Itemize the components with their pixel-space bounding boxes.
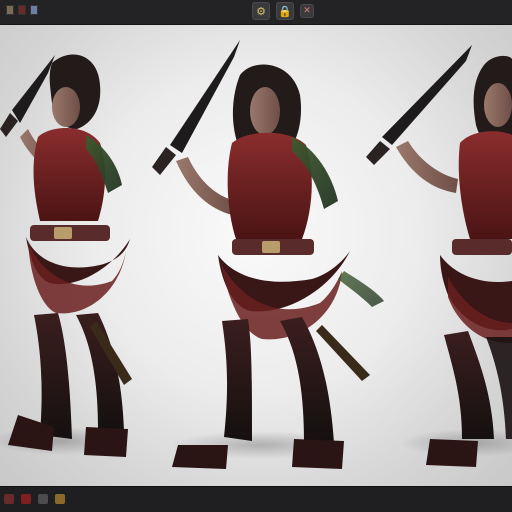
gear-button[interactable]: ⚙ xyxy=(252,2,270,20)
folder-icon[interactable] xyxy=(6,5,14,15)
top-toolbar: ⚙ 🔒 ✕ xyxy=(0,0,512,25)
record-icon[interactable] xyxy=(4,494,14,504)
viewport-canvas[interactable] xyxy=(0,25,512,487)
brush-icon[interactable] xyxy=(18,5,26,15)
character-pose-front-left[interactable] xyxy=(0,54,132,457)
toolbar-center: ⚙ 🔒 ✕ xyxy=(252,2,314,20)
toolbar-left-icons xyxy=(6,5,38,15)
viewport-svg xyxy=(0,40,512,469)
close-icon: ✕ xyxy=(303,5,311,16)
layers-icon[interactable] xyxy=(21,494,31,504)
lock-icon: 🔒 xyxy=(278,4,292,18)
bottom-statusbar xyxy=(0,486,512,512)
close-button[interactable]: ✕ xyxy=(300,4,314,18)
gear-icon: ⚙ xyxy=(256,4,266,18)
character-pose-front-center[interactable] xyxy=(152,40,384,469)
palette-icon[interactable] xyxy=(38,494,48,504)
statusbar-icons xyxy=(4,494,65,504)
film-icon[interactable] xyxy=(55,494,65,504)
flag-icon[interactable] xyxy=(30,5,38,15)
character-pose-right[interactable] xyxy=(366,45,512,467)
lock-button[interactable]: 🔒 xyxy=(276,2,294,20)
